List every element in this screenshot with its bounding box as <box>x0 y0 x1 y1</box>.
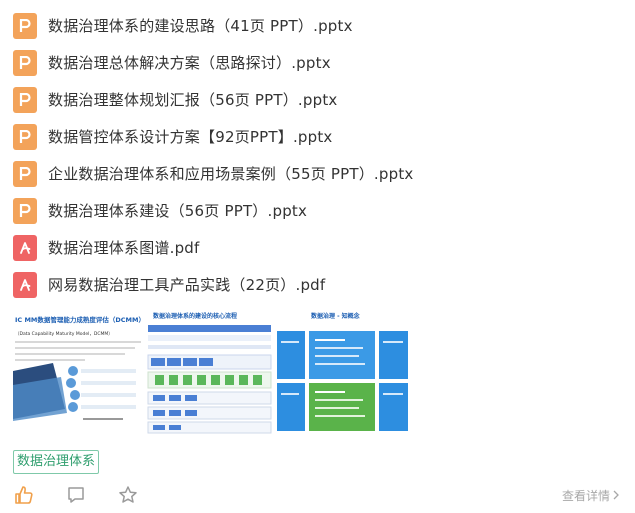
action-bar <box>13 484 169 506</box>
file-item[interactable]: 数据治理体系图谱.pdf <box>13 229 613 266</box>
file-item[interactable]: 企业数据治理体系和应用场景案例（55页 PPT）.pptx <box>13 155 613 192</box>
file-item[interactable]: 数据治理总体解决方案（思路探讨）.pptx <box>13 44 613 81</box>
file-name[interactable]: 数据治理体系的建设思路（41页 PPT）.pptx <box>48 15 353 36</box>
comment-icon[interactable] <box>65 484 87 506</box>
ppt-file-icon <box>13 49 37 76</box>
view-details-label[interactable]: 查看详情 <box>562 487 610 504</box>
thumbnail-concepts[interactable]: 数据治理 - 知概念 <box>277 301 408 437</box>
thumbs-up-icon[interactable] <box>13 484 35 506</box>
file-name[interactable]: 数据治理整体规划汇报（56页 PPT）.pptx <box>48 89 337 110</box>
thumbnail-title: IC MM数据管理能力成熟度评估（DCMM） <box>15 315 144 324</box>
thumbnail-dcmm[interactable]: IC MM数据管理能力成熟度评估（DCMM） （Data Capability … <box>13 301 144 437</box>
file-name[interactable]: 网易数据治理工具产品实践（22页）.pdf <box>48 274 325 295</box>
file-item[interactable]: 网易数据治理工具产品实践（22页）.pdf <box>13 266 613 303</box>
ppt-file-icon <box>13 86 37 113</box>
pdf-file-icon <box>13 234 37 261</box>
thumbnail-core-process[interactable]: 数据治理体系的建设的核心流程 <box>145 301 276 437</box>
file-name[interactable]: 数据治理体系建设（56页 PPT）.pptx <box>48 200 307 221</box>
file-item[interactable]: 数据治理体系的建设思路（41页 PPT）.pptx <box>13 7 613 44</box>
ppt-file-icon <box>13 123 37 150</box>
pdf-file-icon <box>13 271 37 298</box>
thumbnail-title: 数据治理 - 知概念 <box>311 312 360 320</box>
file-name[interactable]: 数据治理总体解决方案（思路探讨）.pptx <box>48 52 331 73</box>
file-item[interactable]: 数据管控体系设计方案【92页PPT】.pptx <box>13 118 613 155</box>
file-name[interactable]: 数据管控体系设计方案【92页PPT】.pptx <box>48 126 333 147</box>
ppt-file-icon <box>13 12 37 39</box>
view-details-link[interactable]: 查看详情 <box>562 487 619 504</box>
file-name[interactable]: 数据治理体系图谱.pdf <box>48 237 200 258</box>
thumbnail-subtitle: （Data Capability Maturity Model，DCMM） <box>15 331 113 337</box>
image-thumbnails: IC MM数据管理能力成熟度评估（DCMM） （Data Capability … <box>13 301 409 437</box>
star-icon[interactable] <box>117 484 139 506</box>
file-item[interactable]: 数据治理体系建设（56页 PPT）.pptx <box>13 192 613 229</box>
ppt-file-icon <box>13 197 37 224</box>
file-name[interactable]: 企业数据治理体系和应用场景案例（55页 PPT）.pptx <box>48 163 413 184</box>
chevron-right-icon <box>613 489 619 503</box>
attachment-list: 数据治理体系的建设思路（41页 PPT）.pptx 数据治理总体解决方案（思路探… <box>13 7 613 303</box>
thumbnail-title: 数据治理体系的建设的核心流程 <box>153 312 237 320</box>
topic-tag[interactable]: 数据治理体系 <box>13 450 100 474</box>
file-item[interactable]: 数据治理整体规划汇报（56页 PPT）.pptx <box>13 81 613 118</box>
ppt-file-icon <box>13 160 37 187</box>
